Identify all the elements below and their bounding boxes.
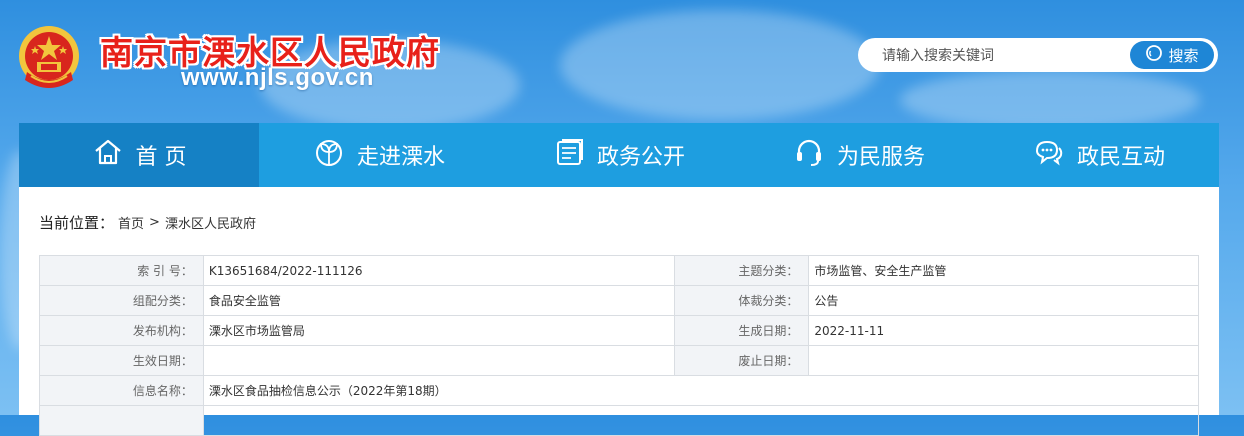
nav-item-label: 政民互动 [1076,145,1165,170]
headset-icon [793,136,825,174]
nav-item-about-lishui[interactable]: 走进溧水 [259,123,499,187]
breadcrumb: 当前位置： 首页 > 溧水区人民政府 [39,212,256,233]
publisher-label: 发布机构： [39,315,204,346]
site-header: 南京市溧水区人民政府 www.njls.gov.cn 搜索 [0,0,1244,123]
index-number-value: K13651684/2022-111126 [202,255,676,286]
table-row [39,405,1200,436]
table-row: 组配分类： 食品安全监管 体裁分类： 公告 [39,285,1199,316]
group-category-value: 食品安全监管 [202,285,676,316]
search-input[interactable] [880,38,1124,74]
nav-item-label: 首 页 [135,145,187,170]
expiry-date-label: 废止日期： [674,345,810,376]
breadcrumb-current-link[interactable]: 溧水区人民政府 [165,213,256,232]
genre-category-value: 公告 [808,285,1199,316]
main-nav: 首 页 走进溧水 政务公开 为民服务 政民互动 [19,123,1219,187]
topic-category-value: 市场监管、安全生产监管 [808,255,1199,286]
search-icon [1145,44,1163,66]
created-date-label: 生成日期： [674,315,810,346]
nav-item-label: 政务公开 [596,145,685,170]
nav-item-gov-affairs[interactable]: 政务公开 [499,123,739,187]
table-row: 信息名称： 溧水区食品抽检信息公示（2022年第18期） [39,375,1200,406]
search-button[interactable]: 搜索 [1130,41,1214,69]
national-emblem-icon[interactable] [17,24,81,94]
chat-icon [1033,136,1065,174]
expiry-date-value [808,345,1199,376]
table-row: 生效日期： 废止日期： [39,345,1199,376]
home-icon [92,136,124,174]
publisher-value: 溧水区市场监管局 [202,315,676,346]
search-button-label: 搜索 [1168,46,1199,65]
main-content: 当前位置： 首页 > 溧水区人民政府 索 引 号： K13651684/2022… [19,187,1219,436]
table-cell-empty [39,405,204,436]
index-number-label: 索 引 号： [39,255,204,286]
group-category-label: 组配分类： [39,285,204,316]
topic-category-label: 主题分类： [674,255,810,286]
sprout-icon [313,136,345,174]
nav-item-public-services[interactable]: 为民服务 [739,123,979,187]
breadcrumb-label: 当前位置： [39,214,115,232]
info-name-value: 溧水区食品抽检信息公示（2022年第18期） [202,375,1200,406]
nav-item-interaction[interactable]: 政民互动 [979,123,1219,187]
breadcrumb-separator: > [149,215,160,230]
table-cell-empty [202,405,1200,436]
effective-date-value [202,345,676,376]
search-box: 搜索 [858,38,1218,74]
genre-category-label: 体裁分类： [674,285,810,316]
breadcrumb-home-link[interactable]: 首页 [118,213,144,232]
table-row: 发布机构： 溧水区市场监管局 生成日期： 2022-11-11 [39,315,1199,346]
effective-date-label: 生效日期： [39,345,204,376]
info-name-label: 信息名称： [39,375,204,406]
table-row: 索 引 号： K13651684/2022-111126 主题分类： 市场监管、… [39,255,1199,286]
nav-item-home[interactable]: 首 页 [19,123,259,187]
document-icon [553,136,585,174]
info-table: 索 引 号： K13651684/2022-111126 主题分类： 市场监管、… [39,255,1200,436]
nav-item-label: 走进溧水 [356,145,445,170]
created-date-value: 2022-11-11 [808,315,1199,346]
site-url[interactable]: www.njls.gov.cn [181,64,374,92]
nav-item-label: 为民服务 [836,145,925,170]
